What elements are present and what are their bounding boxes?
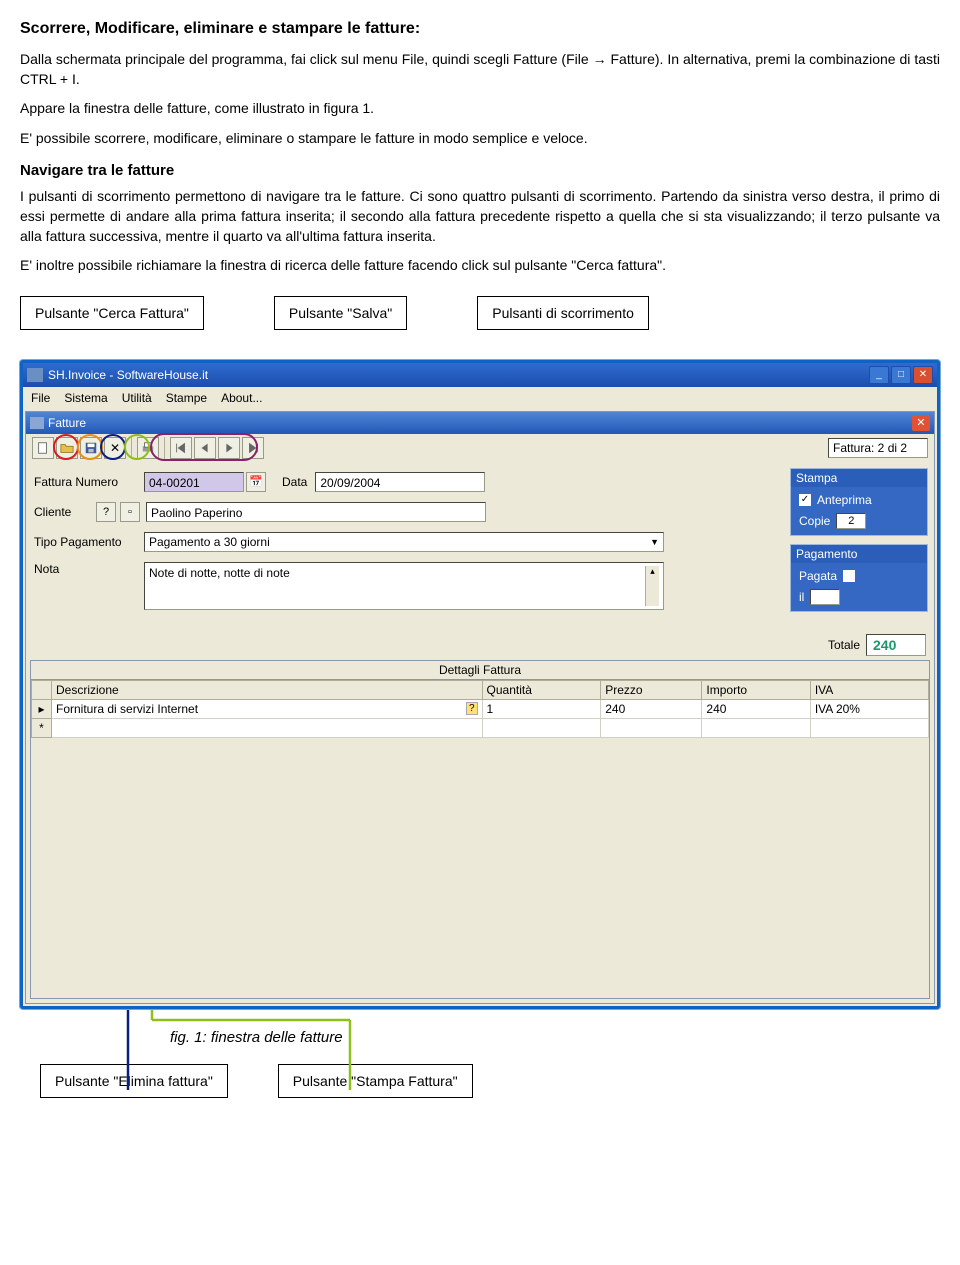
pagamento-group-title: Pagamento	[791, 545, 927, 563]
menu-sistema[interactable]: Sistema	[64, 391, 107, 405]
pagamento-group: Pagamento Pagata il	[790, 544, 928, 612]
paragraph: I pulsanti di scorrimento permettono di …	[20, 187, 940, 246]
nav-next-button[interactable]	[218, 437, 240, 459]
cliente-new-icon[interactable]: ▫	[120, 502, 140, 522]
nota-label: Nota	[34, 562, 144, 576]
page-heading: Scorrere, Modificare, eliminare e stampa…	[20, 20, 940, 38]
totale-value: 240	[866, 634, 926, 656]
grid-title: Dettagli Fattura	[31, 661, 929, 680]
app-window: SH.Invoice - SoftwareHouse.it _ □ ✕ File…	[20, 360, 940, 1009]
save-button[interactable]	[80, 437, 102, 459]
app-icon	[27, 368, 43, 382]
paragraph: Dalla schermata principale del programma…	[20, 50, 940, 89]
data-field[interactable]: 20/09/2004	[315, 472, 485, 492]
scrollbar[interactable]: ▴	[645, 566, 659, 606]
col-prezzo: Prezzo	[601, 680, 702, 699]
totale-label: Totale	[828, 638, 860, 652]
grid-header-row: Descrizione Quantità Prezzo Importo IVA	[32, 680, 929, 699]
date-picker-icon[interactable]: 📅	[246, 472, 266, 492]
menu-stampe[interactable]: Stampe	[166, 391, 207, 405]
row-help-icon[interactable]: ?	[466, 702, 478, 715]
print-button[interactable]	[137, 437, 159, 459]
annotation-elimina: Pulsante "Elimina fattura"	[40, 1064, 228, 1098]
fatture-window: Fatture ✕ ✕ Fattura: 2 di 2 F	[25, 411, 935, 1004]
stampa-group-title: Stampa	[791, 469, 927, 487]
window-title: SH.Invoice - SoftwareHouse.it	[48, 368, 208, 382]
fattura-numero-field[interactable]: 04-00201	[144, 472, 244, 492]
fatture-icon	[30, 417, 44, 429]
chevron-down-icon: ▼	[650, 537, 659, 547]
fatture-title: Fatture	[48, 416, 86, 430]
pagata-checkbox[interactable]: Pagata	[799, 569, 919, 583]
fattura-numero-label: Fattura Numero	[34, 475, 144, 489]
col-importo: Importo	[702, 680, 810, 699]
tipo-pagamento-value: Pagamento a 30 giorni	[149, 535, 270, 549]
paragraph: E' inoltre possibile richiamare la fines…	[20, 256, 940, 276]
titlebar: SH.Invoice - SoftwareHouse.it _ □ ✕	[23, 363, 937, 387]
table-row-new[interactable]: *	[32, 718, 929, 737]
copie-field[interactable]	[836, 513, 866, 529]
figure-caption: fig. 1: finestra delle fatture	[170, 1029, 940, 1046]
col-iva: IVA	[810, 680, 928, 699]
il-label: il	[799, 590, 804, 604]
table-row[interactable]: ▸ Fornitura di servizi Internet? 1 240 2…	[32, 699, 929, 718]
minimize-button[interactable]: _	[869, 366, 889, 384]
nota-value: Note di notte, notte di note	[149, 566, 290, 606]
menu-about[interactable]: About...	[221, 391, 262, 405]
nav-last-button[interactable]	[242, 437, 264, 459]
annotation-scorrimento: Pulsanti di scorrimento	[477, 296, 649, 330]
col-descrizione: Descrizione	[52, 680, 483, 699]
cliente-help-icon[interactable]: ?	[96, 502, 116, 522]
menu-utilita[interactable]: Utilità	[122, 391, 152, 405]
nav-prev-button[interactable]	[194, 437, 216, 459]
col-quantita: Quantità	[482, 680, 601, 699]
tipo-pagamento-label: Tipo Pagamento	[34, 535, 144, 549]
cliente-field[interactable]: Paolino Paperino	[146, 502, 486, 522]
annotation-cerca-fattura: Pulsante "Cerca Fattura"	[20, 296, 204, 330]
toolbar: ✕ Fattura: 2 di 2	[26, 434, 934, 462]
menu-file[interactable]: File	[31, 391, 50, 405]
paragraph: Appare la finestra delle fatture, come i…	[20, 99, 940, 119]
data-label: Data	[282, 475, 307, 489]
anteprima-checkbox[interactable]: ✓Anteprima	[799, 493, 919, 507]
dettagli-grid: Dettagli Fattura Descrizione Quantità Pr…	[30, 660, 930, 999]
delete-button[interactable]: ✕	[104, 437, 126, 459]
new-button[interactable]	[32, 437, 54, 459]
fatture-close-button[interactable]: ✕	[912, 415, 930, 431]
annotation-stampa: Pulsante "Stampa Fattura"	[278, 1064, 473, 1098]
maximize-button[interactable]: □	[891, 366, 911, 384]
nav-first-button[interactable]	[170, 437, 192, 459]
record-counter: Fattura: 2 di 2	[828, 438, 928, 458]
section-heading: Navigare tra le fatture	[20, 162, 940, 179]
paragraph: E' possibile scorrere, modificare, elimi…	[20, 129, 940, 149]
cliente-label: Cliente	[34, 505, 94, 519]
menubar: File Sistema Utilità Stampe About...	[23, 387, 937, 409]
stampa-group: Stampa ✓Anteprima Copie	[790, 468, 928, 536]
tipo-pagamento-select[interactable]: Pagamento a 30 giorni ▼	[144, 532, 664, 552]
nota-field[interactable]: Note di notte, notte di note ▴	[144, 562, 664, 610]
annotation-salva: Pulsante "Salva"	[274, 296, 407, 330]
open-button[interactable]	[56, 437, 78, 459]
copie-label: Copie	[799, 514, 830, 528]
close-button[interactable]: ✕	[913, 366, 933, 384]
pagata-data-field[interactable]	[810, 589, 840, 605]
